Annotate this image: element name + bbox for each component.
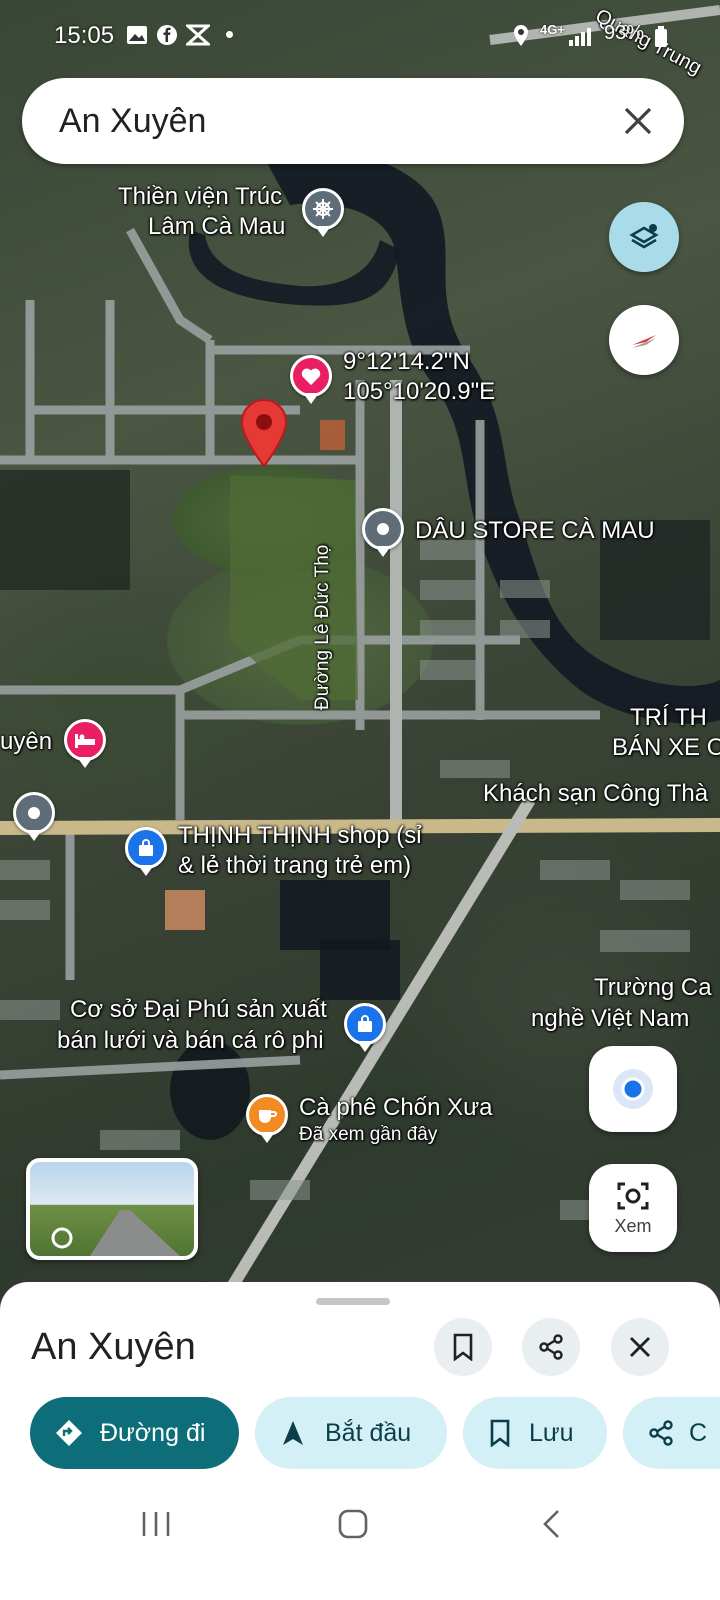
share-chip-button[interactable]: C — [623, 1397, 720, 1469]
poi-label-dau-store[interactable]: DÂU STORE CÀ MAU — [415, 517, 655, 545]
battery-icon — [654, 26, 668, 53]
poi-label-thinh-shop-line1[interactable]: THỊNH THỊNH shop (sỉ — [178, 822, 422, 850]
save-button[interactable]: Lưu — [463, 1397, 607, 1469]
lens-label: Xem — [614, 1215, 652, 1236]
status-time: 15:05 — [54, 22, 115, 49]
poi-label-dai-phu-line1[interactable]: Cơ sở Đại Phú sản xuất — [70, 996, 327, 1024]
my-location-button[interactable] — [589, 1046, 677, 1132]
camera-lens-icon — [617, 1182, 649, 1209]
more-notifications-dot-icon — [226, 31, 233, 38]
poi-label-ban-xe[interactable]: BÁN XE OT — [612, 734, 720, 762]
coord-latitude: 9°12'14.2"N — [343, 348, 470, 375]
app-notification-icon — [184, 24, 212, 51]
navigation-arrow-icon — [283, 1421, 303, 1445]
recent-apps-icon[interactable] — [140, 1510, 172, 1543]
share-chip-label: C — [689, 1418, 708, 1447]
generic-pin-icon[interactable] — [362, 508, 404, 550]
rotate-360-icon — [51, 1227, 73, 1249]
cafe-pin-icon[interactable] — [246, 1094, 288, 1136]
street-view-thumbnail[interactable] — [26, 1158, 198, 1260]
poi-label-ca-phe[interactable]: Cà phê Chốn Xưa — [299, 1094, 493, 1122]
place-title: An Xuyên — [31, 1326, 196, 1368]
layers-icon — [629, 224, 659, 249]
back-icon[interactable] — [540, 1508, 562, 1545]
save-label: Lưu — [529, 1418, 574, 1447]
poi-label-dai-phu-line2[interactable]: bán lưới và bán cá rô phi — [57, 1027, 324, 1055]
sheet-drag-handle[interactable] — [316, 1298, 390, 1305]
gallery-icon — [126, 24, 148, 51]
poi-label-khach-san[interactable]: Khách sạn Công Thà — [483, 780, 708, 808]
bookmark-icon — [453, 1333, 473, 1361]
layers-button[interactable] — [609, 202, 679, 272]
bookmark-icon — [490, 1419, 510, 1447]
close-icon — [630, 1337, 650, 1357]
map-view[interactable]: Quang Trung Thiền viện Trúc Lâm Cà Mau 9… — [0, 0, 720, 1310]
facebook-icon — [156, 24, 178, 51]
dropped-pin-icon[interactable] — [239, 398, 289, 468]
lens-button[interactable]: Xem — [589, 1164, 677, 1252]
compass-button[interactable] — [609, 305, 679, 375]
clear-search-icon[interactable] — [622, 105, 654, 142]
start-navigation-button[interactable]: Bắt đầu — [255, 1397, 447, 1469]
coord-longitude: 105°10'20.9"E — [343, 378, 496, 405]
battery-percent: 93% — [604, 22, 645, 44]
directions-button[interactable]: Đường đi — [30, 1397, 239, 1469]
network-type: 4G+ — [540, 22, 565, 37]
poi-label-thinh-shop-line2[interactable]: & lẻ thời trang trẻ em) — [178, 852, 411, 880]
shopping-bag-pin-icon[interactable] — [344, 1003, 386, 1045]
poi-label-thien-vien-line2[interactable]: Lâm Cà Mau — [148, 213, 285, 241]
directions-label: Đường đi — [100, 1418, 206, 1447]
my-location-icon — [613, 1069, 653, 1109]
poi-label-an-xuyen-hotel[interactable]: uyên — [0, 728, 52, 756]
poi-label-tri-th[interactable]: TRÍ TH — [630, 704, 707, 732]
hotel-pin-icon[interactable] — [64, 719, 106, 761]
location-status-icon — [512, 24, 530, 53]
bookmark-button[interactable] — [434, 1318, 492, 1376]
search-query[interactable]: An Xuyên — [59, 102, 206, 141]
share-button[interactable] — [522, 1318, 580, 1376]
shopping-bag-pin-icon[interactable] — [125, 827, 167, 869]
share-icon — [539, 1334, 563, 1360]
status-bar: 15:05 4G+ 93% — [0, 0, 720, 70]
search-bar[interactable]: An Xuyên — [22, 78, 684, 164]
poi-sublabel-recently-viewed: Đã xem gần đây — [299, 1124, 438, 1145]
poi-label-thien-vien-line1[interactable]: Thiền viện Trúc — [118, 183, 282, 211]
home-icon[interactable] — [337, 1508, 369, 1545]
share-icon — [649, 1420, 673, 1446]
saved-heart-pin-icon[interactable] — [290, 355, 332, 397]
poi-label-truong-line1[interactable]: Trường Ca — [594, 974, 712, 1002]
start-label: Bắt đầu — [325, 1418, 412, 1447]
generic-pin-icon[interactable] — [13, 792, 55, 834]
temple-pin-icon[interactable] — [302, 188, 344, 230]
close-sheet-button[interactable] — [611, 1318, 669, 1376]
compass-icon — [632, 335, 656, 348]
system-navigation-bar — [0, 1480, 720, 1600]
street-label-le-duc-tho: Đường Lê Đức Thọ — [312, 544, 333, 710]
poi-label-truong-line2[interactable]: nghề Việt Nam — [531, 1005, 689, 1033]
directions-icon — [56, 1420, 82, 1446]
signal-icon — [568, 26, 592, 51]
